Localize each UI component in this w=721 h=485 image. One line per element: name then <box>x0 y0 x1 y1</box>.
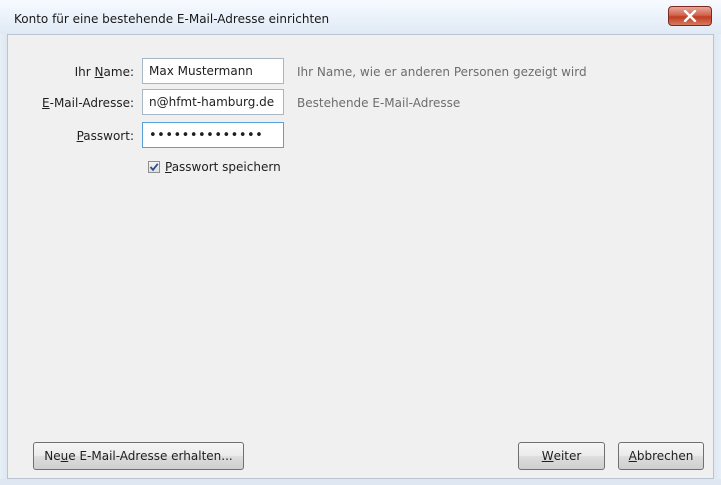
remember-password-checkbox[interactable] <box>148 161 160 173</box>
close-button[interactable] <box>668 6 712 26</box>
remember-label-accesskey: P <box>165 160 172 174</box>
email-label: E-Mail-Adresse: <box>8 96 134 110</box>
remember-password-label[interactable]: Passwort speichern <box>165 160 281 174</box>
email-hint: Bestehende E-Mail-Adresse <box>297 96 461 110</box>
cancel-button[interactable]: Abbrechen <box>618 442 704 470</box>
email-input[interactable] <box>142 89 284 115</box>
window-title: Konto für eine bestehende E-Mail-Adresse… <box>14 12 330 26</box>
remember-label-rest: asswort speichern <box>171 160 281 174</box>
cancel-accesskey: A <box>628 449 637 463</box>
name-label: Ihr Name: <box>8 65 134 79</box>
email-label-accesskey: E <box>42 96 50 110</box>
close-x-icon <box>683 10 697 22</box>
checkmark-icon <box>149 163 159 172</box>
window-frame-bottom <box>0 479 721 485</box>
name-label-prefix: Ihr <box>74 65 95 79</box>
new-address-accesskey: u <box>60 449 69 463</box>
window-frame-right <box>714 0 721 485</box>
name-label-rest: ame: <box>103 65 134 79</box>
name-input[interactable] <box>142 58 284 84</box>
email-label-rest: -Mail-Adresse: <box>49 96 134 110</box>
name-label-accesskey: N <box>94 65 104 79</box>
name-hint: Ihr Name, wie er anderen Personen gezeig… <box>297 65 587 79</box>
get-new-address-button[interactable]: Ne u e E-Mail-Adresse erhalten... <box>33 442 244 470</box>
password-label: Passwort: <box>8 129 134 143</box>
next-accesskey: W <box>541 449 554 463</box>
next-button[interactable]: Weiter <box>518 442 605 470</box>
dialog-content: Ihr Name: Ihr Name, wie er anderen Perso… <box>7 34 714 479</box>
dialog-window: Konto für eine bestehende E-Mail-Adresse… <box>0 0 721 485</box>
password-input[interactable] <box>142 122 284 148</box>
password-label-rest: asswort: <box>83 129 134 143</box>
cancel-label-rest: bbrechen <box>636 449 694 463</box>
new-address-pre: Ne <box>44 449 61 463</box>
title-bar[interactable]: Konto für eine bestehende E-Mail-Adresse… <box>0 0 721 34</box>
new-address-post: e E-Mail-Adresse erhalten... <box>68 449 233 463</box>
next-label-rest: eiter <box>553 449 582 463</box>
window-frame-left <box>0 0 7 485</box>
